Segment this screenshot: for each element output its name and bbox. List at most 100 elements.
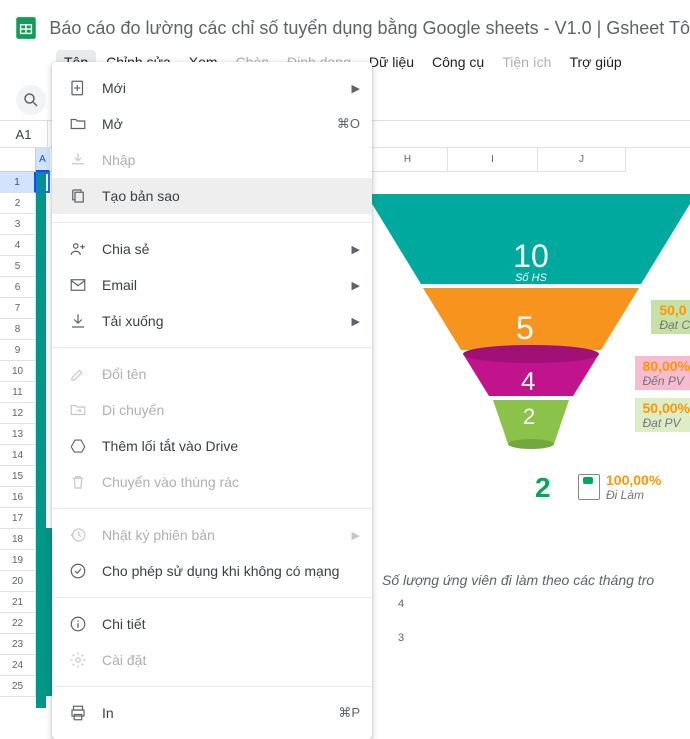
gear-icon (68, 650, 88, 670)
offline-icon (68, 561, 88, 581)
submenu-arrow-icon: ▶ (352, 279, 360, 292)
row-header[interactable]: 22 (0, 613, 36, 634)
menu-item-label: Mở (102, 116, 337, 132)
move-icon (68, 400, 88, 420)
row-header[interactable]: 11 (0, 382, 36, 403)
menu-item-label: Cho phép sử dụng khi không có mạng (102, 563, 360, 579)
funnel-stage-1: 10 Số HS (496, 240, 566, 284)
submenu-arrow-icon: ▶ (352, 315, 360, 328)
history-icon (68, 525, 88, 545)
menu-item-trash: Chuyển vào thùng rác (52, 464, 372, 500)
select-all-corner[interactable] (0, 148, 36, 172)
row-header[interactable]: 8 (0, 319, 36, 340)
folder-icon (68, 114, 88, 134)
row-header[interactable]: 23 (0, 634, 36, 655)
row-header[interactable]: 4 (0, 235, 36, 256)
menu-item-info[interactable]: Chi tiết (52, 606, 372, 642)
title-bar: Báo cáo đo lường các chỉ số tuyển dụng b… (0, 0, 690, 48)
y-tick-3: 3 (398, 632, 404, 644)
sheets-logo[interactable] (12, 8, 39, 48)
row-header[interactable]: 12 (0, 403, 36, 424)
row-header[interactable]: 3 (0, 214, 36, 235)
funnel-stage-3: 4 (521, 366, 535, 397)
menu-item-share[interactable]: Chia sẻ▶ (52, 231, 372, 267)
drive-icon (68, 436, 88, 456)
row-header[interactable]: 18 (0, 529, 36, 550)
menu-item-copy[interactable]: Tạo bản sao (52, 178, 372, 214)
search-button[interactable] (16, 85, 46, 115)
menu-trợ giúp[interactable]: Trợ giúp (561, 50, 629, 74)
menu-separator (52, 597, 372, 598)
mail-icon (68, 275, 88, 295)
funnel-stage-4: 2 (523, 404, 535, 430)
col-header[interactable]: I (448, 148, 538, 172)
row-header[interactable]: 16 (0, 487, 36, 508)
menu-item-label: Di chuyển (102, 402, 360, 418)
badge-3: 50,00%Đạt PV (635, 398, 690, 432)
menu-công cụ[interactable]: Công cụ (424, 50, 492, 74)
menu-item-label: Chia sẻ (102, 241, 352, 257)
menu-item-mail[interactable]: Email▶ (52, 267, 372, 303)
row-header[interactable]: 17 (0, 508, 36, 529)
row-header[interactable]: 21 (0, 592, 36, 613)
row-header[interactable]: 13 (0, 424, 36, 445)
menu-item-label: Nhập (102, 152, 360, 168)
menu-tiện ích[interactable]: Tiện ích (494, 50, 559, 74)
menu-item-download[interactable]: Tải xuống▶ (52, 303, 372, 339)
info-icon (68, 614, 88, 634)
menu-item-label: Chuyển vào thùng rác (102, 474, 360, 490)
shortcut: ⌘P (338, 705, 360, 721)
row-header[interactable]: 20 (0, 571, 36, 592)
badge-2: 80,00%Đến PV (635, 356, 690, 390)
menu-item-label: Mới (102, 80, 352, 96)
menu-item-label: Chi tiết (102, 616, 360, 632)
menu-item-label: Cài đặt (102, 652, 360, 668)
document-icon (578, 474, 600, 500)
col-header[interactable]: A (36, 148, 50, 172)
menu-item-drive[interactable]: Thêm lối tắt vào Drive (52, 428, 372, 464)
menu-item-import: Nhập (52, 142, 372, 178)
menu-item-label: Nhật ký phiên bản (102, 527, 352, 543)
col-header[interactable]: H (368, 148, 448, 172)
document-title[interactable]: Báo cáo đo lường các chỉ số tuyển dụng b… (49, 18, 690, 39)
menu-item-label: In (102, 705, 338, 721)
menu-item-rename: Đổi tên (52, 356, 372, 392)
row-header[interactable]: 10 (0, 361, 36, 382)
active-cell[interactable] (36, 172, 50, 193)
menu-item-label: Tạo bản sao (102, 188, 360, 204)
name-box[interactable]: A1 (0, 121, 48, 147)
menu-item-label: Thêm lối tắt vào Drive (102, 438, 360, 454)
row-header[interactable]: 7 (0, 298, 36, 319)
rename-icon (68, 364, 88, 384)
menu-item-offline[interactable]: Cho phép sử dụng khi không có mạng (52, 553, 372, 589)
menu-item-folder[interactable]: Mở⌘O (52, 106, 372, 142)
row-header[interactable]: 9 (0, 340, 36, 361)
row-header[interactable]: 1 (0, 172, 36, 193)
row-header[interactable]: 5 (0, 256, 36, 277)
menu-item-label: Đổi tên (102, 366, 360, 382)
row-header[interactable]: 24 (0, 655, 36, 676)
row-header[interactable]: 19 (0, 550, 36, 571)
menu-item-new[interactable]: Mới▶ (52, 70, 372, 106)
funnel-stage-2: 5 (516, 312, 534, 344)
copy-icon (68, 186, 88, 206)
row-header[interactable]: 15 (0, 466, 36, 487)
import-icon (68, 150, 88, 170)
row-header[interactable]: 2 (0, 193, 36, 214)
y-tick-4: 4 (398, 598, 404, 610)
menu-item-gear: Cài đặt (52, 642, 372, 678)
menu-item-print[interactable]: In⌘P (52, 695, 372, 731)
row-header[interactable]: 14 (0, 445, 36, 466)
col-header[interactable]: J (538, 148, 626, 172)
menu-item-label: Tải xuống (102, 313, 352, 329)
submenu-arrow-icon: ▶ (352, 243, 360, 256)
submenu-arrow-icon: ▶ (352, 529, 360, 542)
print-icon (68, 703, 88, 723)
row-header[interactable]: 25 (0, 676, 36, 697)
row-header[interactable]: 6 (0, 277, 36, 298)
menu-separator (52, 222, 372, 223)
share-icon (68, 239, 88, 259)
badge-1: 50,0Đạt C (651, 300, 690, 334)
submenu-arrow-icon: ▶ (352, 82, 360, 95)
download-icon (68, 311, 88, 331)
